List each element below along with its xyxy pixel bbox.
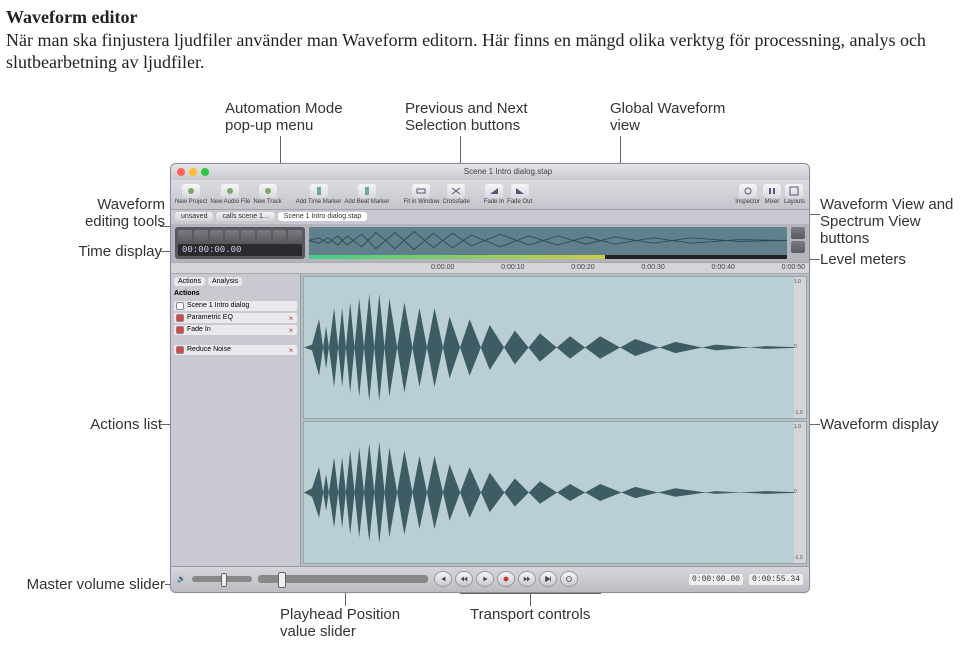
tools-box: 00:00:00.00 bbox=[175, 227, 305, 259]
waveform-channel-r[interactable]: 1.00-1.0 bbox=[303, 421, 807, 564]
time-display: 00:00:00.00 bbox=[178, 244, 302, 256]
bottom-bar: 🔊 0:00:00.00 0:00:55.34 bbox=[171, 566, 809, 592]
segment-analysis[interactable]: Analysis bbox=[208, 277, 242, 286]
tab-file[interactable]: calls scene 1... bbox=[216, 212, 274, 221]
tool-zoom[interactable] bbox=[210, 230, 224, 242]
tool-strip: 00:00:00.00 bbox=[171, 224, 809, 262]
close-icon[interactable] bbox=[177, 168, 185, 176]
checkbox-icon[interactable] bbox=[176, 326, 184, 334]
checkbox-icon[interactable] bbox=[176, 314, 184, 322]
intro-text: Waveform editor När man ska finjustera l… bbox=[0, 0, 960, 78]
waveform-view-button[interactable] bbox=[791, 227, 805, 239]
fade-in-button[interactable]: Fade In bbox=[484, 184, 504, 205]
checkbox-icon[interactable] bbox=[176, 302, 184, 310]
label-waveform-display: Waveform display bbox=[820, 416, 939, 433]
play-button[interactable] bbox=[476, 571, 494, 587]
level-meters bbox=[309, 255, 787, 259]
actions-header: Actions bbox=[174, 288, 297, 299]
master-volume-slider[interactable] bbox=[192, 576, 252, 582]
action-item[interactable]: Parametric EQ× bbox=[174, 313, 297, 323]
go-start-button[interactable] bbox=[434, 571, 452, 587]
inspector-button[interactable]: Inspector bbox=[735, 184, 760, 205]
new-track-button[interactable]: New Track bbox=[253, 184, 281, 205]
add-time-marker-button[interactable]: Add Time Marker bbox=[296, 184, 342, 205]
label-view-buttons: Waveform View and Spectrum View buttons bbox=[820, 196, 960, 248]
action-item[interactable]: Reduce Noise× bbox=[174, 345, 297, 355]
tab-row: unsaved calls scene 1... Scene 1 Intro d… bbox=[171, 210, 809, 224]
go-end-button[interactable] bbox=[539, 571, 557, 587]
window-titlebar: Scene 1 Intro dialog.stap bbox=[171, 164, 809, 180]
waveform-display[interactable]: 1.00-1.0 1.00-1.0 bbox=[301, 274, 809, 566]
waveform-channel-l[interactable]: 1.00-1.0 bbox=[303, 276, 807, 419]
app-window: Scene 1 Intro dialog.stap New Project Ne… bbox=[170, 163, 810, 593]
tab-unsaved[interactable]: unsaved bbox=[175, 212, 213, 221]
speaker-icon: 🔊 bbox=[177, 575, 186, 583]
time-readouts: 0:00:00.00 0:00:55.34 bbox=[689, 574, 803, 585]
global-waveform-view[interactable] bbox=[309, 227, 787, 259]
zoom-icon[interactable] bbox=[201, 168, 209, 176]
transport-controls bbox=[434, 571, 578, 587]
label-editing-tools: Waveform editing tools bbox=[75, 196, 165, 231]
prev-selection-button[interactable] bbox=[273, 230, 287, 242]
tool-hand[interactable] bbox=[225, 230, 239, 242]
forward-button[interactable] bbox=[518, 571, 536, 587]
segment-actions[interactable]: Actions bbox=[174, 277, 205, 286]
label-actions-list: Actions list bbox=[82, 416, 162, 433]
fade-out-button[interactable]: Fade Out bbox=[507, 184, 532, 205]
minimize-icon[interactable] bbox=[189, 168, 197, 176]
mixer-button[interactable]: Mixer bbox=[763, 184, 781, 205]
add-beat-marker-button[interactable]: Add Beat Marker bbox=[344, 184, 389, 205]
label-time-display: Time display bbox=[62, 243, 162, 260]
automation-mode-popup[interactable] bbox=[257, 230, 271, 242]
intro-body: När man ska finjustera ljudfiler använde… bbox=[6, 30, 926, 73]
delete-icon[interactable]: × bbox=[287, 346, 295, 354]
spectrum-view-button[interactable] bbox=[791, 241, 805, 253]
record-button[interactable] bbox=[497, 571, 515, 587]
delete-icon[interactable]: × bbox=[287, 326, 295, 334]
layouts-button[interactable]: Layouts bbox=[784, 184, 805, 205]
toolbar: New Project New Audio File New Track Add… bbox=[171, 180, 809, 210]
checkbox-icon[interactable] bbox=[176, 346, 184, 354]
fit-in-window-button[interactable]: Fit in Window bbox=[403, 184, 439, 205]
new-project-button[interactable]: New Project bbox=[175, 184, 207, 205]
leader bbox=[460, 593, 600, 594]
tool-pointer[interactable] bbox=[178, 230, 192, 242]
tool-select[interactable] bbox=[194, 230, 208, 242]
label-global-waveform: Global Waveform view bbox=[610, 100, 725, 135]
new-audio-file-button[interactable]: New Audio File bbox=[210, 184, 250, 205]
playhead-position-slider[interactable] bbox=[258, 575, 428, 583]
delete-icon[interactable]: × bbox=[287, 314, 295, 322]
label-playhead-slider: Playhead Position value slider bbox=[280, 606, 400, 641]
time-ruler[interactable]: 0:00:00 0:00:10 0:00:20 0:00:30 0:00:40 … bbox=[171, 262, 809, 274]
next-selection-button[interactable] bbox=[288, 230, 302, 242]
label-automation-mode: Automation Mode pop-up menu bbox=[225, 100, 343, 135]
loop-button[interactable] bbox=[560, 571, 578, 587]
rewind-button[interactable] bbox=[455, 571, 473, 587]
label-transport: Transport controls bbox=[470, 606, 590, 623]
crossfade-button[interactable]: Crossfade bbox=[442, 184, 469, 205]
annotated-diagram: Automation Mode pop-up menu Previous and… bbox=[0, 78, 960, 638]
window-title: Scene 1 Intro dialog.stap bbox=[213, 167, 803, 176]
actions-panel: Actions Analysis Actions Scene 1 Intro d… bbox=[171, 274, 301, 566]
label-prev-next: Previous and Next Selection buttons bbox=[405, 100, 528, 135]
action-item[interactable]: Scene 1 Intro dialog bbox=[174, 301, 297, 311]
intro-title: Waveform editor bbox=[6, 7, 137, 27]
tab-current[interactable]: Scene 1 Intro dialog.stap bbox=[278, 212, 367, 221]
tool-pencil[interactable] bbox=[241, 230, 255, 242]
label-level-meters: Level meters bbox=[820, 251, 906, 268]
label-master-volume: Master volume slider bbox=[10, 576, 165, 593]
action-item[interactable]: Fade In× bbox=[174, 325, 297, 335]
